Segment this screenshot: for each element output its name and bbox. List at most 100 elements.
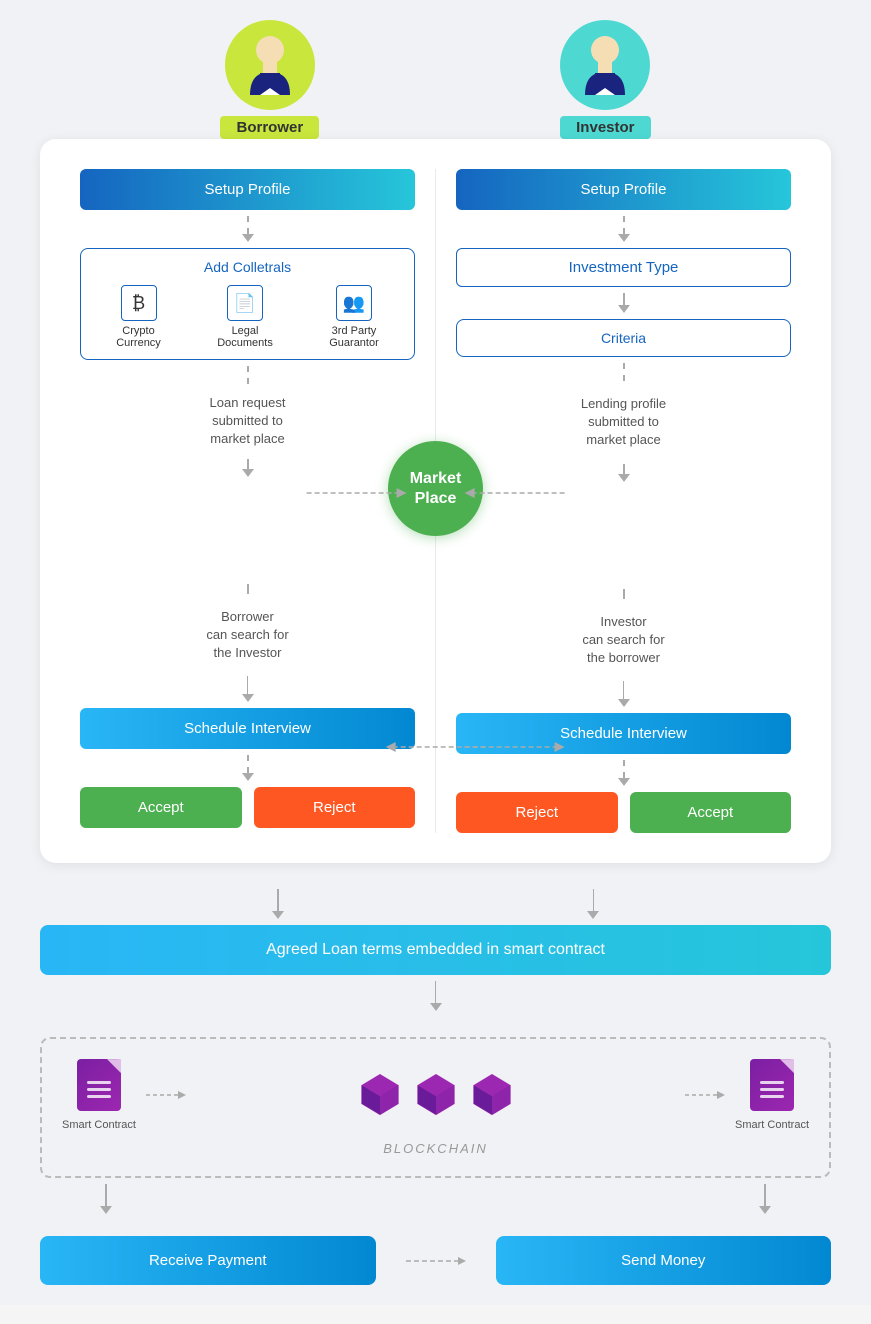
right-contract-doc: [750, 1059, 794, 1111]
crypto-label: CryptoCurrency: [116, 325, 161, 349]
investor-block: Investor: [560, 20, 650, 139]
guarantor-icon: 👥: [336, 285, 372, 321]
arrow-down-5-left: [242, 755, 254, 781]
arrow-line: [623, 363, 625, 381]
loan-desc: Loan requestsubmitted tomarket place: [210, 394, 286, 449]
bottom-arrow-left: [272, 889, 284, 919]
lending-desc: Lending profilesubmitted tomarket place: [581, 395, 666, 450]
market-placeholder-right: [456, 488, 791, 583]
arrow-head: [618, 305, 630, 313]
investor-avatar: [560, 20, 650, 110]
market-placeholder-left: [80, 483, 415, 578]
agreed-loan-button[interactable]: Agreed Loan terms embedded in smart cont…: [40, 925, 831, 975]
arrow-line: [247, 459, 249, 469]
investor-person-svg: [575, 30, 635, 100]
investor-setup-profile-button[interactable]: Setup Profile: [456, 169, 791, 210]
payment-row: Receive Payment Send Money: [40, 1236, 831, 1285]
search-desc-left: Borrowercan search forthe Investor: [206, 608, 288, 663]
arrow-head: [430, 1003, 442, 1011]
payment-arrows-row: [40, 1178, 831, 1220]
bottom-arrow-right: [587, 889, 599, 919]
collateral-guarantor: 👥 3rd PartyGuarantor: [329, 285, 379, 349]
arrow-down-2-right: [623, 363, 625, 381]
arrow-head: [100, 1206, 112, 1214]
legal-icon: 📄: [227, 285, 263, 321]
right-smart-contract: Smart Contract: [735, 1059, 809, 1131]
payment-arrow-right: [759, 1184, 771, 1214]
arrow-line: [593, 889, 595, 911]
crypto-icon: ₿: [121, 285, 157, 321]
left-to-chain-arrow: [146, 1087, 186, 1103]
arrow-line: [623, 464, 625, 474]
line1: [760, 1081, 784, 1084]
arrow-head: [618, 234, 630, 242]
left-smart-contract-label: Smart Contract: [62, 1119, 136, 1131]
bottom-section: Agreed Loan terms embedded in smart cont…: [40, 883, 831, 1285]
arrow-line: [623, 589, 625, 599]
legal-label: LegalDocuments: [217, 325, 273, 349]
arrow-down-3-left: [242, 459, 254, 477]
cube-2: [411, 1070, 461, 1120]
cube-1: [355, 1070, 405, 1120]
accept-reject-row-left: Accept Reject: [80, 787, 415, 828]
line3: [760, 1095, 784, 1098]
investment-type-box[interactable]: Investment Type: [456, 248, 791, 287]
arrow-line: [105, 1184, 107, 1206]
arrow-down-4-left: [242, 676, 254, 702]
arrow-to-blockchain: [430, 981, 442, 1011]
contract-lines: [79, 1067, 119, 1104]
arrow-head: [242, 234, 254, 242]
payment-arrow-left: [100, 1184, 112, 1214]
collateral-crypto: ₿ CryptoCurrency: [116, 285, 161, 349]
payment-connector: [406, 1236, 466, 1285]
contract-lines-right: [752, 1067, 792, 1104]
arrow-line: [247, 755, 249, 773]
left-contract-doc: [77, 1059, 121, 1111]
arrow-head: [587, 911, 599, 919]
investor-label: Investor: [560, 116, 650, 139]
arrow-head: [618, 474, 630, 482]
blockchain-section: Smart Contract: [40, 1037, 831, 1178]
investor-reject-button[interactable]: Reject: [456, 792, 618, 833]
collateral-legal: 📄 LegalDocuments: [217, 285, 273, 349]
arrow-head: [242, 469, 254, 477]
investor-accept-button[interactable]: Accept: [630, 792, 792, 833]
arrow-down-1-left: [242, 216, 254, 242]
arrow-line: [435, 981, 437, 1003]
investor-schedule-interview-button[interactable]: Schedule Interview: [456, 713, 791, 754]
left-column: Setup Profile Add Colletrals ₿ CryptoCur…: [60, 169, 435, 833]
payment-h-arrow: [406, 1253, 466, 1269]
borrower-label: Borrower: [220, 116, 319, 139]
borrower-schedule-interview-button[interactable]: Schedule Interview: [80, 708, 415, 749]
main-card: Setup Profile Add Colletrals ₿ CryptoCur…: [40, 139, 831, 863]
arrow-search-right: [623, 589, 625, 599]
criteria-box[interactable]: Criteria: [456, 319, 791, 357]
collaterals-title: Add Colletrals: [91, 259, 404, 275]
left-smart-contract: Smart Contract: [62, 1059, 136, 1131]
receive-payment-button[interactable]: Receive Payment: [40, 1236, 376, 1285]
arrow-investment-criteria: [618, 293, 630, 313]
borrower-avatar: [225, 20, 315, 110]
arrow-search-left: [247, 584, 249, 594]
arrow-head: [242, 773, 254, 781]
borrower-setup-profile-button[interactable]: Setup Profile: [80, 169, 415, 210]
borrower-accept-button[interactable]: Accept: [80, 787, 242, 828]
send-money-button[interactable]: Send Money: [496, 1236, 832, 1285]
arrow-down-4-right: [618, 681, 630, 707]
arrow-head: [618, 778, 630, 786]
line3: [87, 1095, 111, 1098]
arrow-line: [247, 216, 249, 234]
borrower-person-svg: [240, 30, 300, 100]
arrow-head: [759, 1206, 771, 1214]
arrow-line: [623, 760, 625, 778]
bottom-arrows-row: [40, 883, 831, 925]
arrow-down-5-right: [618, 760, 630, 786]
arrow-down-1-right: [618, 216, 630, 242]
blockchain-cubes: [196, 1070, 675, 1120]
arrow-line: [247, 366, 249, 384]
arrow-down-3-right: [618, 464, 630, 482]
collaterals-box: Add Colletrals ₿ CryptoCurrency 📄 LegalD…: [80, 248, 415, 360]
line2: [760, 1088, 784, 1091]
borrower-reject-button[interactable]: Reject: [254, 787, 416, 828]
arrow-head: [618, 699, 630, 707]
